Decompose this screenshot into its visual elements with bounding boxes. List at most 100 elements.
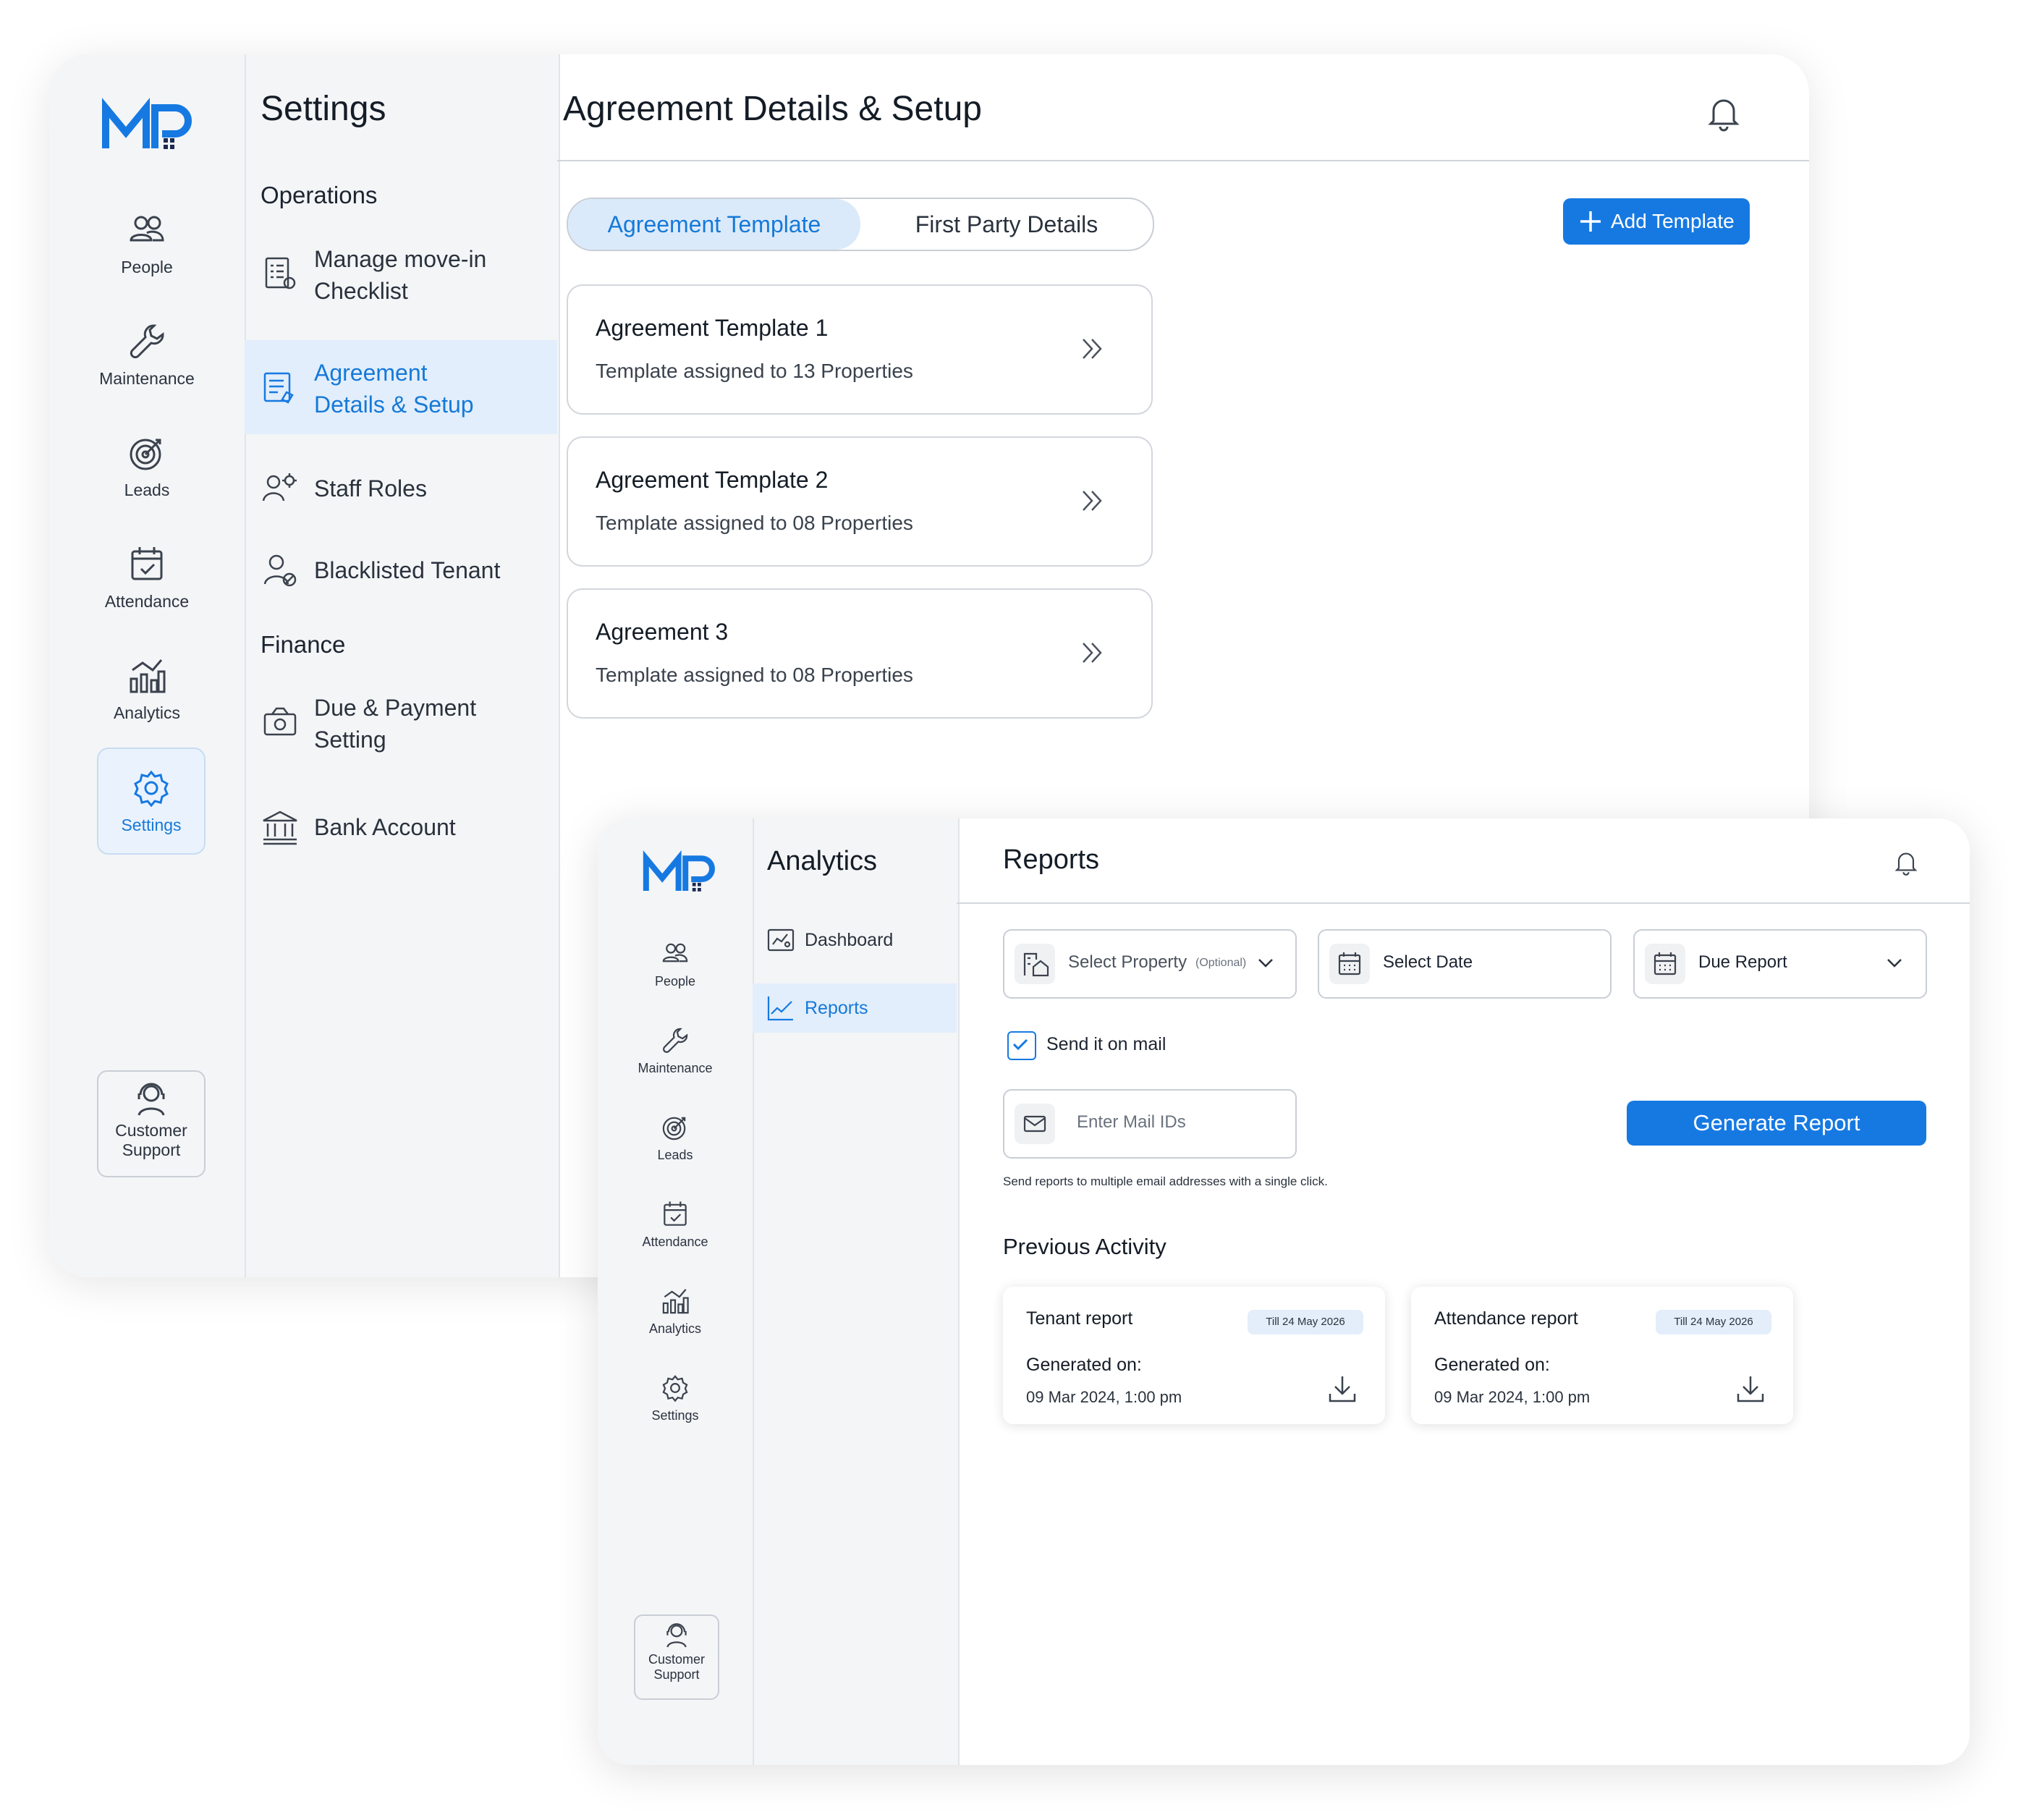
rail-item-people[interactable]: People	[632, 938, 719, 989]
blacklisted-tenant-icon	[261, 551, 300, 590]
rail-item-analytics[interactable]: Analytics	[93, 654, 201, 723]
notification-bell-icon[interactable]	[1703, 92, 1744, 132]
submenu-item-label: Setting	[314, 727, 386, 753]
line-chart-icon	[767, 995, 795, 1021]
field-label: Due Report	[1698, 952, 1787, 972]
submenu-item-bank-account[interactable]: Bank Account	[261, 808, 550, 847]
select-property-dropdown[interactable]: Select Property (Optional)	[1003, 929, 1297, 999]
tab-agreement-template[interactable]: Agreement Template	[568, 199, 860, 250]
wrench-icon	[659, 1025, 691, 1057]
mail-hint: Send reports to multiple email addresses…	[1003, 1174, 1328, 1188]
activity-card: Attendance report Till 24 May 2026 Gener…	[1411, 1287, 1793, 1424]
tab-group: Agreement Template First Party Details	[567, 198, 1154, 251]
field-label: Select Date	[1383, 952, 1473, 972]
app-logo	[101, 98, 195, 156]
send-mail-label: Send it on mail	[1046, 1034, 1166, 1054]
report-type-dropdown[interactable]: Due Report	[1633, 929, 1927, 999]
header-divider	[957, 902, 1970, 904]
rail-label: People	[121, 258, 173, 276]
headset-icon	[662, 1620, 691, 1649]
submenu-item-blacklisted-tenant[interactable]: Blacklisted Tenant	[261, 551, 557, 590]
rail-item-attendance[interactable]: Attendance	[93, 543, 201, 611]
agreement-card[interactable]: Agreement 3 Template assigned to 08 Prop…	[567, 588, 1153, 719]
submenu-item-reports[interactable]: Reports	[753, 983, 957, 1033]
chevron-down-icon	[1884, 952, 1905, 974]
section-heading-operations: Operations	[261, 182, 378, 208]
card-subtitle: Template assigned to 13 Properties	[596, 360, 913, 382]
mail-ids-input[interactable]: Enter Mail IDs	[1003, 1089, 1297, 1159]
notification-bell-icon[interactable]	[1892, 847, 1921, 876]
previous-activity-title: Previous Activity	[1003, 1234, 1166, 1259]
card-title: Agreement 3	[596, 619, 729, 645]
rail-item-leads[interactable]: Leads	[632, 1112, 719, 1163]
analytics-icon	[125, 654, 169, 698]
rail-item-maintenance[interactable]: Maintenance	[632, 1025, 719, 1076]
rail-item-maintenance[interactable]: Maintenance	[93, 320, 201, 389]
customer-support-button[interactable]: Customer Support	[634, 1614, 719, 1700]
agreement-card[interactable]: Agreement Template 2 Template assigned t…	[567, 436, 1153, 567]
settings-submenu	[245, 54, 560, 1277]
submenu-item-staff-roles[interactable]: Staff Roles	[261, 469, 550, 508]
support-label-2: Support	[122, 1140, 181, 1159]
section-heading-finance: Finance	[261, 631, 346, 658]
card-subtitle: Template assigned to 08 Properties	[596, 512, 913, 534]
support-label-1: Customer	[115, 1121, 187, 1140]
download-icon[interactable]	[1326, 1372, 1359, 1405]
rail-label: Analytics	[113, 703, 181, 722]
customer-support-button[interactable]: Customer Support	[97, 1070, 206, 1177]
generate-report-button[interactable]: Generate Report	[1627, 1101, 1926, 1146]
header-divider	[557, 160, 1809, 161]
submenu-item-agreement-details[interactable]: Agreement Details & Setup	[245, 340, 557, 434]
submenu-item-label: Manage move-in	[314, 246, 487, 272]
rail-label: Attendance	[104, 592, 190, 611]
calendar-icon	[1329, 944, 1370, 984]
chevron-down-icon	[1255, 952, 1276, 974]
double-chevron-right-icon	[1075, 483, 1111, 519]
generated-label: Generated on:	[1026, 1355, 1142, 1375]
submenu-item-label: Blacklisted Tenant	[314, 557, 501, 583]
activity-name: Attendance report	[1434, 1308, 1578, 1329]
analytics-icon	[659, 1285, 691, 1317]
gear-icon	[130, 766, 173, 810]
people-icon	[659, 938, 691, 970]
optional-label: (Optional)	[1195, 957, 1247, 969]
download-icon[interactable]	[1734, 1372, 1767, 1405]
payment-icon	[261, 703, 300, 742]
double-chevron-right-icon	[1075, 331, 1111, 367]
rail-label: Attendance	[642, 1235, 708, 1249]
plus-icon	[1578, 208, 1604, 234]
add-template-button[interactable]: Add Template	[1563, 198, 1750, 245]
rail-label: Leads	[124, 481, 170, 499]
people-icon	[125, 208, 169, 252]
rail-item-attendance[interactable]: Attendance	[632, 1198, 719, 1250]
rail-item-leads[interactable]: Leads	[93, 431, 201, 500]
submenu-item-label: Staff Roles	[314, 475, 427, 501]
send-mail-checkbox[interactable]	[1007, 1031, 1036, 1060]
rail-item-analytics[interactable]: Analytics	[632, 1285, 719, 1337]
tab-first-party-details[interactable]: First Party Details	[860, 199, 1153, 250]
generated-date: 09 Mar 2024, 1:00 pm	[1434, 1388, 1591, 1406]
support-label-1: Customer	[648, 1652, 706, 1667]
card-subtitle: Template assigned to 08 Properties	[596, 664, 913, 686]
submenu-item-label: Details & Setup	[314, 391, 474, 418]
rail-item-settings[interactable]: Settings	[632, 1372, 719, 1423]
checklist-icon	[261, 254, 300, 293]
rail-label: People	[654, 974, 696, 989]
submenu-item-dashboard[interactable]: Dashboard	[767, 926, 957, 955]
submenu-item-label: Agreement	[314, 360, 428, 386]
add-template-label: Add Template	[1611, 210, 1735, 232]
select-date-field[interactable]: Select Date	[1318, 929, 1612, 999]
activity-name: Tenant report	[1026, 1308, 1133, 1329]
agreement-icon	[261, 368, 300, 407]
agreement-card[interactable]: Agreement Template 1 Template assigned t…	[567, 284, 1153, 415]
staff-roles-icon	[261, 469, 300, 508]
field-label: Select Property	[1068, 952, 1187, 972]
submenu-item-label: Reports	[805, 998, 868, 1018]
support-label-2: Support	[653, 1667, 700, 1682]
page-title: Agreement Details & Setup	[563, 90, 982, 128]
rail-item-settings[interactable]: Settings	[97, 748, 206, 855]
dashboard-icon	[767, 927, 795, 953]
activity-card: Tenant report Till 24 May 2026 Generated…	[1003, 1287, 1385, 1424]
rail-item-people[interactable]: People	[93, 208, 201, 277]
app-logo	[643, 850, 718, 897]
